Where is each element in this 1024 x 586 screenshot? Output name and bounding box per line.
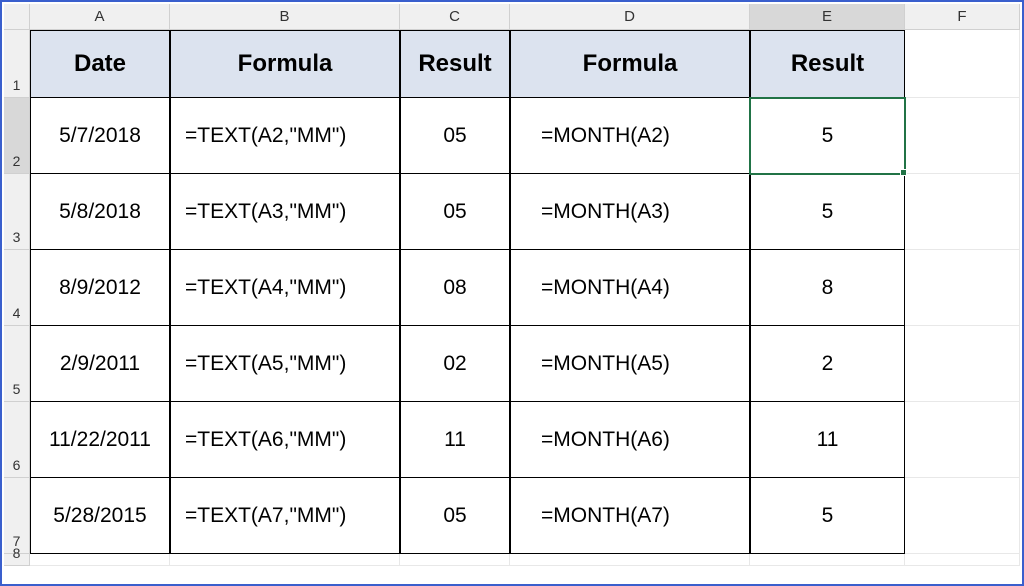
column-headers: A B C D E F	[4, 4, 1020, 30]
cell-C2[interactable]: 05	[400, 98, 510, 174]
cell-F5[interactable]	[905, 326, 1020, 402]
cell-E7[interactable]: 5	[750, 478, 905, 554]
cell-E2-selected[interactable]: 5	[750, 98, 905, 174]
cell-D8[interactable]	[510, 554, 750, 566]
cell-D3[interactable]: =MONTH(A3)	[510, 174, 750, 250]
row-header-6[interactable]: 6	[4, 402, 30, 478]
cell-E3[interactable]: 5	[750, 174, 905, 250]
row-header-5[interactable]: 5	[4, 326, 30, 402]
cell-F7[interactable]	[905, 478, 1020, 554]
col-header-D[interactable]: D	[510, 4, 750, 30]
row-header-8[interactable]: 8	[4, 554, 30, 566]
cell-D4[interactable]: =MONTH(A4)	[510, 250, 750, 326]
cell-A5[interactable]: 2/9/2011	[30, 326, 170, 402]
cell-D6[interactable]: =MONTH(A6)	[510, 402, 750, 478]
header-formula-1[interactable]: Formula	[170, 30, 400, 98]
col-header-F[interactable]: F	[905, 4, 1020, 30]
cell-B3[interactable]: =TEXT(A3,"MM")	[170, 174, 400, 250]
cell-C5[interactable]: 02	[400, 326, 510, 402]
cell-F8[interactable]	[905, 554, 1020, 566]
cell-C3[interactable]: 05	[400, 174, 510, 250]
cell-B6[interactable]: =TEXT(A6,"MM")	[170, 402, 400, 478]
cell-D7[interactable]: =MONTH(A7)	[510, 478, 750, 554]
cell-B7[interactable]: =TEXT(A7,"MM")	[170, 478, 400, 554]
cell-E8[interactable]	[750, 554, 905, 566]
cell-value: 5	[822, 124, 834, 148]
cell-E5[interactable]: 2	[750, 326, 905, 402]
table-row: 5 2/9/2011 =TEXT(A5,"MM") 02 =MONTH(A5) …	[4, 326, 1020, 402]
table-row: 3 5/8/2018 =TEXT(A3,"MM") 05 =MONTH(A3) …	[4, 174, 1020, 250]
grid-rows: 1 Date Formula Result Formula Result 2 5…	[4, 30, 1020, 582]
table-row: 2 5/7/2018 =TEXT(A2,"MM") 05 =MONTH(A2) …	[4, 98, 1020, 174]
cell-B8[interactable]	[170, 554, 400, 566]
cell-A2[interactable]: 5/7/2018	[30, 98, 170, 174]
row-header-2[interactable]: 2	[4, 98, 30, 174]
cell-A6[interactable]: 11/22/2011	[30, 402, 170, 478]
col-header-E[interactable]: E	[750, 4, 905, 30]
row-header-1[interactable]: 1	[4, 30, 30, 98]
cell-B5[interactable]: =TEXT(A5,"MM")	[170, 326, 400, 402]
cell-C6[interactable]: 11	[400, 402, 510, 478]
cell-C7[interactable]: 05	[400, 478, 510, 554]
cell-D5[interactable]: =MONTH(A5)	[510, 326, 750, 402]
header-date[interactable]: Date	[30, 30, 170, 98]
col-header-C[interactable]: C	[400, 4, 510, 30]
table-row: 6 11/22/2011 =TEXT(A6,"MM") 11 =MONTH(A6…	[4, 402, 1020, 478]
cell-A3[interactable]: 5/8/2018	[30, 174, 170, 250]
header-result-1[interactable]: Result	[400, 30, 510, 98]
cell-F2[interactable]	[905, 98, 1020, 174]
spreadsheet: A B C D E F 1 Date Formula Result Formul…	[4, 4, 1020, 582]
cell-F6[interactable]	[905, 402, 1020, 478]
row-header-3[interactable]: 3	[4, 174, 30, 250]
cell-C4[interactable]: 08	[400, 250, 510, 326]
fill-handle[interactable]	[900, 169, 907, 176]
cell-F1[interactable]	[905, 30, 1020, 98]
cell-A8[interactable]	[30, 554, 170, 566]
row-header-7[interactable]: 7	[4, 478, 30, 554]
col-header-B[interactable]: B	[170, 4, 400, 30]
table-row: 7 5/28/2015 =TEXT(A7,"MM") 05 =MONTH(A7)…	[4, 478, 1020, 554]
cell-A7[interactable]: 5/28/2015	[30, 478, 170, 554]
row-header-4[interactable]: 4	[4, 250, 30, 326]
header-formula-2[interactable]: Formula	[510, 30, 750, 98]
select-all-corner[interactable]	[4, 4, 30, 30]
cell-B2[interactable]: =TEXT(A2,"MM")	[170, 98, 400, 174]
cell-F3[interactable]	[905, 174, 1020, 250]
cell-C8[interactable]	[400, 554, 510, 566]
table-row: 1 Date Formula Result Formula Result	[4, 30, 1020, 98]
cell-F4[interactable]	[905, 250, 1020, 326]
table-row: 8	[4, 554, 1020, 566]
cell-E6[interactable]: 11	[750, 402, 905, 478]
col-header-A[interactable]: A	[30, 4, 170, 30]
cell-E4[interactable]: 8	[750, 250, 905, 326]
header-result-2[interactable]: Result	[750, 30, 905, 98]
cell-D2[interactable]: =MONTH(A2)	[510, 98, 750, 174]
cell-B4[interactable]: =TEXT(A4,"MM")	[170, 250, 400, 326]
cell-A4[interactable]: 8/9/2012	[30, 250, 170, 326]
table-row: 4 8/9/2012 =TEXT(A4,"MM") 08 =MONTH(A4) …	[4, 250, 1020, 326]
